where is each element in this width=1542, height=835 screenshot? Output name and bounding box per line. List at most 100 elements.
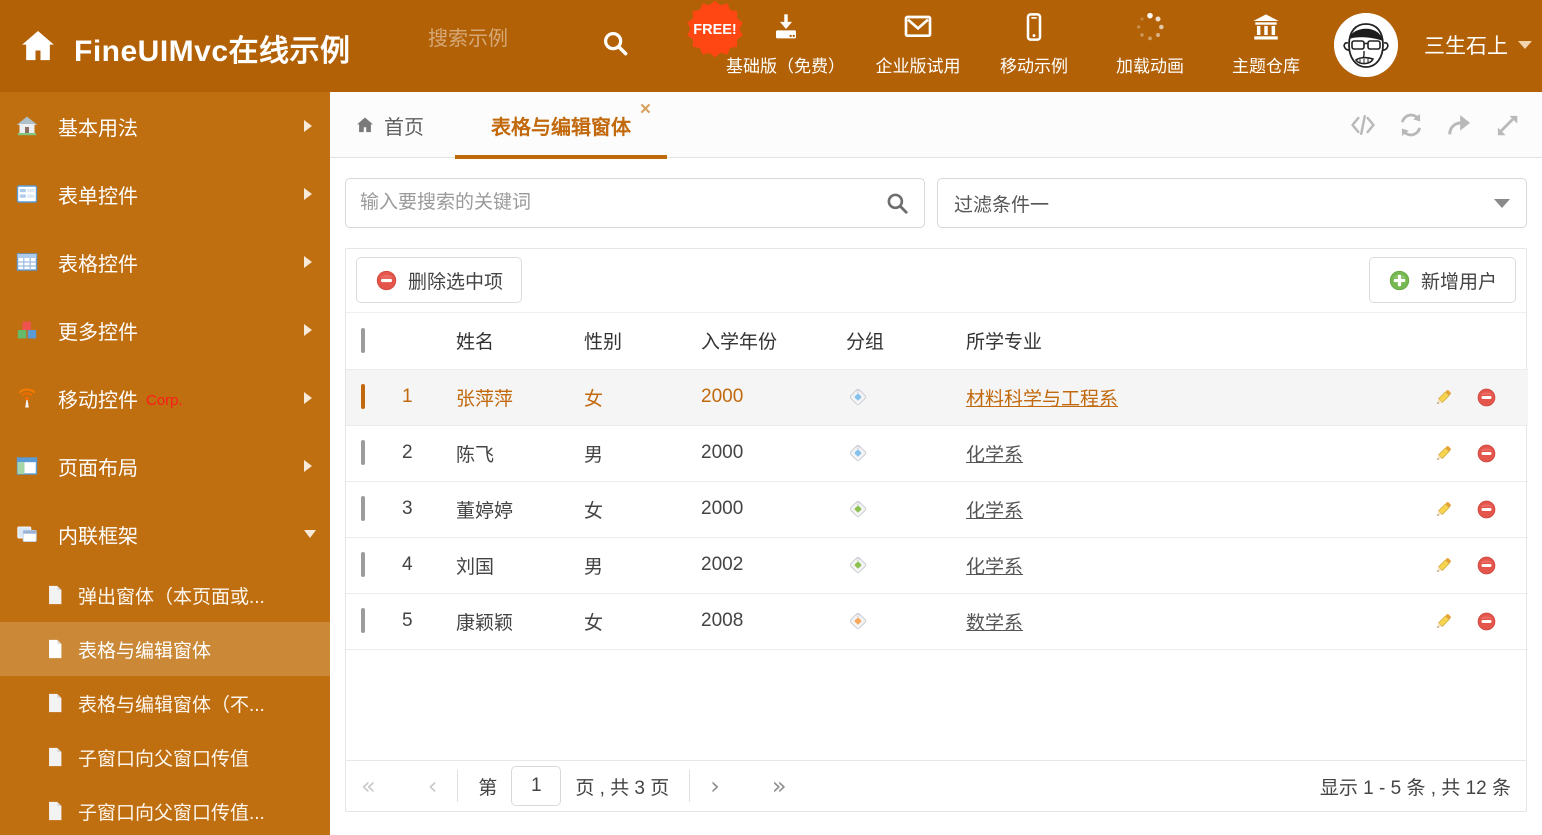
nav-theme-repo[interactable]: 主题仓库 (1223, 11, 1309, 77)
column-header-name[interactable]: 姓名 (441, 313, 566, 370)
sidebar-item-form-controls[interactable]: 表单控件 (0, 160, 330, 228)
close-icon[interactable]: × (640, 100, 651, 119)
delete-icon[interactable] (1476, 387, 1497, 408)
sidebar-item-label: 表格控件 (58, 253, 138, 276)
tag-icon (846, 385, 946, 409)
edit-icon[interactable] (1433, 499, 1454, 520)
plus-circle-icon (1388, 269, 1411, 292)
frames-icon (14, 522, 40, 546)
filter-dropdown[interactable]: 过滤条件一 (937, 178, 1527, 228)
bank-icon (1250, 11, 1282, 43)
cell-gender: 女 (566, 593, 681, 650)
sidebar-item-mobile-controls[interactable]: 移动控件 Corp. (0, 364, 330, 432)
major-link[interactable]: 化学系 (966, 501, 1023, 522)
column-header-major[interactable]: 所学专业 (946, 313, 1401, 370)
sidebar-item-iframe[interactable]: 内联框架 (0, 500, 330, 568)
delete-icon[interactable] (1476, 611, 1497, 632)
cell-year: 2008 (681, 593, 826, 650)
sidebar-subitem-child-to-parent[interactable]: 子窗口向父窗口传值 (0, 730, 330, 784)
user-name: 三生石上 (1424, 35, 1508, 58)
row-checkbox[interactable] (361, 552, 365, 577)
cell-gender: 女 (566, 481, 681, 538)
sidebar-item-page-layout[interactable]: 页面布局 (0, 432, 330, 500)
tab-label: 表格与编辑窗体 (491, 116, 631, 139)
cell-name: 张萍萍 (441, 369, 566, 426)
source-code-icon[interactable] (1348, 110, 1378, 140)
row-number: 2 (396, 425, 441, 482)
tab-label: 首页 (384, 116, 424, 139)
header-search-input[interactable] (428, 28, 588, 51)
column-header-year[interactable]: 入学年份 (681, 313, 826, 370)
minus-circle-icon (375, 269, 398, 292)
sidebar-subitem-popup-window[interactable]: 弹出窗体（本页面或... (0, 568, 330, 622)
nav-basic-edition[interactable]: 基础版（免费） (726, 11, 845, 77)
pager-first-button[interactable]: « (361, 774, 376, 798)
nav-label: 加载动画 (1116, 57, 1184, 76)
tab-grid-edit-window[interactable]: 表格与编辑窗体 × (455, 92, 667, 159)
row-checkbox[interactable] (361, 608, 365, 633)
edit-icon[interactable] (1433, 611, 1454, 632)
sidebar-subitem-grid-edit-window-2[interactable]: 表格与编辑窗体（不... (0, 676, 330, 730)
pager-page-prefix: 第 (478, 777, 498, 799)
cell-name: 康颖颖 (441, 593, 566, 650)
tab-home[interactable]: 首页 (355, 92, 424, 158)
sidebar-subitem-grid-edit-window[interactable]: 表格与编辑窗体 (0, 622, 330, 676)
tab-bar: 首页 表格与编辑窗体 × (330, 92, 1542, 159)
row-checkbox[interactable] (361, 440, 365, 465)
edit-icon[interactable] (1433, 387, 1454, 408)
major-link[interactable]: 数学系 (966, 613, 1023, 634)
open-new-window-icon[interactable] (1444, 110, 1474, 140)
row-checkbox[interactable] (361, 496, 365, 521)
refresh-icon[interactable] (1396, 110, 1426, 140)
nav-enterprise-trial[interactable]: 企业版试用 (875, 11, 961, 77)
row-checkbox[interactable] (361, 384, 365, 409)
chevron-down-icon (1518, 41, 1532, 49)
major-link[interactable]: 化学系 (966, 557, 1023, 578)
column-header-group[interactable]: 分组 (826, 313, 946, 370)
home-logo-icon[interactable] (18, 26, 58, 66)
header-search-icon[interactable] (600, 28, 630, 58)
table-row: 2 陈飞 男 2000 化学系 (346, 425, 1528, 482)
pager-next-button[interactable]: › (710, 774, 720, 798)
add-user-button[interactable]: 新增用户 (1368, 257, 1516, 303)
user-menu[interactable]: 三生石上 (1424, 30, 1532, 60)
edit-icon[interactable] (1433, 555, 1454, 576)
table-header-row: 姓名 性别 入学年份 分组 所学专业 (346, 313, 1528, 370)
sidebar-subitem-child-to-parent-2[interactable]: 子窗口向父窗口传值... (0, 784, 330, 835)
chevron-down-icon (1494, 198, 1510, 208)
cell-year: 2000 (681, 425, 826, 482)
edit-icon[interactable] (1433, 443, 1454, 464)
delete-icon[interactable] (1476, 555, 1497, 576)
avatar[interactable] (1334, 13, 1398, 77)
antenna-icon (14, 386, 40, 410)
select-all-checkbox[interactable] (361, 327, 365, 353)
cell-name: 刘国 (441, 537, 566, 594)
delete-icon[interactable] (1476, 443, 1497, 464)
pager-summary: 显示 1 - 5 条 , 共 12 条 (1319, 777, 1511, 799)
search-icon[interactable] (884, 190, 910, 216)
table-row: 4 刘国 男 2002 化学系 (346, 537, 1528, 594)
sidebar-item-more-controls[interactable]: 更多控件 (0, 296, 330, 364)
cell-year: 2000 (681, 481, 826, 538)
keyword-search-box (345, 178, 925, 228)
sidebar-item-label: 移动控件 (58, 389, 138, 412)
maximize-icon[interactable] (1492, 110, 1522, 140)
delete-selected-button[interactable]: 删除选中项 (356, 257, 523, 303)
sidebar-item-grid-controls[interactable]: 表格控件 (0, 228, 330, 296)
sidebar-item-basic-usage[interactable]: 基本用法 (0, 92, 330, 160)
chevron-right-icon (304, 188, 312, 200)
sidebar-item-label: 页面布局 (58, 457, 138, 480)
pager-prev-button[interactable]: ‹ (428, 774, 438, 798)
major-link[interactable]: 化学系 (966, 445, 1023, 466)
nav-mobile-demo[interactable]: 移动示例 (991, 11, 1077, 77)
table-row: 5 康颖颖 女 2008 数学系 (346, 593, 1528, 650)
row-number: 1 (396, 369, 441, 426)
delete-icon[interactable] (1476, 499, 1497, 520)
sidebar-subitem-label: 子窗口向父窗口传值... (78, 802, 265, 824)
keyword-search-input[interactable] (346, 192, 884, 214)
column-header-gender[interactable]: 性别 (566, 313, 681, 370)
nav-loading-animation[interactable]: 加载动画 (1107, 11, 1193, 77)
page-number-input[interactable] (511, 766, 562, 806)
major-link[interactable]: 材料科学与工程系 (966, 389, 1118, 410)
pager-last-button[interactable]: » (772, 774, 787, 798)
